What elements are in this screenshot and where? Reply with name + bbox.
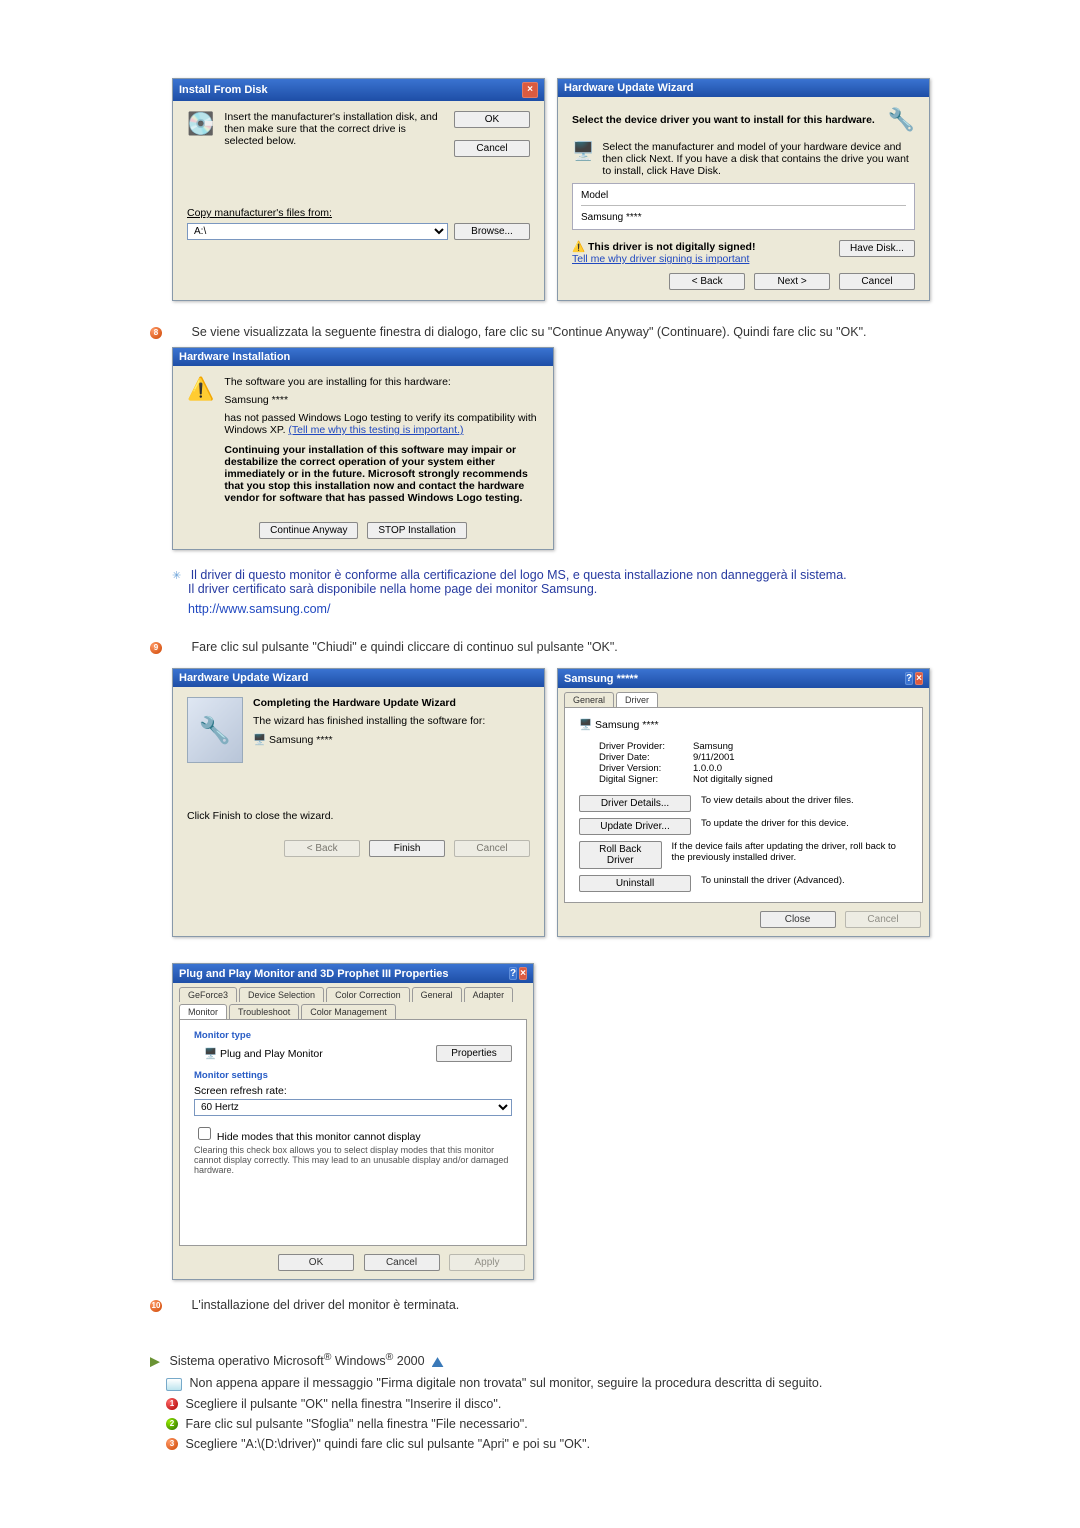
rollback-driver-button[interactable]: Roll Back Driver xyxy=(579,841,662,869)
apply-button: Apply xyxy=(449,1254,525,1271)
ok-button[interactable]: OK xyxy=(278,1254,354,1271)
uninstall-button[interactable]: Uninstall xyxy=(579,875,691,892)
close-icon[interactable]: × xyxy=(522,82,538,98)
back-button: < Back xyxy=(284,840,360,857)
step9-text: Fare clic sul pulsante "Chiudi" e quindi… xyxy=(191,640,617,654)
tab-geforce[interactable]: GeForce3 xyxy=(179,987,237,1002)
tab-devsel[interactable]: Device Selection xyxy=(239,987,324,1002)
model-value: Samsung **** xyxy=(581,212,906,223)
tab-general[interactable]: General xyxy=(412,987,462,1002)
hardware-installation-dialog: Hardware Installation ⚠️ The software yo… xyxy=(172,347,554,550)
help-icon[interactable]: ? xyxy=(905,672,913,685)
browse-button[interactable]: Browse... xyxy=(454,223,530,240)
completing-device: Samsung **** xyxy=(269,734,333,746)
completing-footer: Click Finish to close the wizard. xyxy=(187,810,530,822)
tab-adapter[interactable]: Adapter xyxy=(464,987,514,1002)
warn-link[interactable]: Tell me why driver signing is important xyxy=(572,253,749,265)
completing-heading: Completing the Hardware Update Wizard xyxy=(253,697,456,709)
tab-driver[interactable]: Driver xyxy=(616,692,658,707)
w2k-intro: Non appena appare il messaggio "Firma di… xyxy=(189,1376,822,1390)
properties-button[interactable]: Properties xyxy=(436,1045,512,1062)
back-button[interactable]: < Back xyxy=(669,273,745,290)
top-arrow-icon[interactable] xyxy=(432,1357,444,1367)
tab-trouble[interactable]: Troubleshoot xyxy=(229,1004,299,1019)
stop-installation-button[interactable]: STOP Installation xyxy=(367,522,466,539)
hide-modes-desc: Clearing this check box allows you to se… xyxy=(194,1145,512,1175)
hide-modes-checkbox[interactable] xyxy=(198,1127,211,1140)
dialog-title: Hardware Update Wizard xyxy=(564,82,694,94)
completing-sub: The wizard has finished installing the s… xyxy=(253,715,485,727)
close-icon[interactable]: × xyxy=(519,967,527,980)
ok-button[interactable]: OK xyxy=(454,111,530,128)
snowflake-icon: ✳ xyxy=(172,570,181,582)
step-marker-10: 10 xyxy=(150,1300,162,1312)
tab-general[interactable]: General xyxy=(564,692,614,707)
model-label: Model xyxy=(581,190,906,201)
refresh-label: Screen refresh rate: xyxy=(194,1085,512,1097)
samsung-url[interactable]: http://www.samsung.com/ xyxy=(188,602,330,616)
dialog-title: Hardware Installation xyxy=(179,351,290,363)
next-button[interactable]: Next > xyxy=(754,273,830,290)
step10-text: L'installazione del driver del monitor è… xyxy=(191,1298,459,1312)
instruction-text: Insert the manufacturer's installation d… xyxy=(224,111,444,157)
arrow-bullet-icon xyxy=(150,1357,160,1367)
cancel-button[interactable]: Cancel xyxy=(364,1254,440,1271)
have-disk-button[interactable]: Have Disk... xyxy=(839,240,915,257)
cancel-button: Cancel xyxy=(845,911,921,928)
line1: The software you are installing for this… xyxy=(224,376,539,388)
cancel-button[interactable]: Cancel xyxy=(839,273,915,290)
driver-note-1: Il driver di questo monitor è conforme a… xyxy=(191,568,847,582)
completing-wizard-dialog: Hardware Update Wizard 🔧 Completing the … xyxy=(172,668,545,937)
dialog-title: Samsung ***** xyxy=(564,673,638,685)
update-driver-button[interactable]: Update Driver... xyxy=(579,818,691,835)
step-marker-9: 9 xyxy=(150,642,162,654)
step-marker-2: 2 xyxy=(166,1418,178,1430)
monitor-type-value: Plug and Play Monitor xyxy=(220,1048,323,1060)
help-icon[interactable]: ? xyxy=(509,967,517,980)
finish-button[interactable]: Finish xyxy=(369,840,445,857)
driver-details-button[interactable]: Driver Details... xyxy=(579,795,691,812)
dialog-title: Hardware Update Wizard xyxy=(179,672,309,684)
dialog-title: Plug and Play Monitor and 3D Prophet III… xyxy=(179,968,449,980)
section-monitor-settings: Monitor settings xyxy=(194,1070,512,1081)
cancel-button: Cancel xyxy=(454,840,530,857)
os-pre: Sistema operativo Microsoft xyxy=(169,1354,323,1368)
note-icon xyxy=(166,1378,182,1391)
copy-from-label: Copy manufacturer's files from: xyxy=(187,207,530,219)
section-monitor-type: Monitor type xyxy=(194,1030,512,1041)
step8-text: Se viene visualizzata la seguente finest… xyxy=(191,325,866,339)
wizard-heading: Select the device driver you want to ins… xyxy=(572,114,875,126)
continue-anyway-button[interactable]: Continue Anyway xyxy=(259,522,358,539)
refresh-rate-select[interactable]: 60 Hertz xyxy=(194,1099,512,1116)
hide-modes-label: Hide modes that this monitor cannot disp… xyxy=(217,1131,421,1143)
install-from-disk-dialog: Install From Disk × 💽 Insert the manufac… xyxy=(172,78,545,301)
driver-properties-dialog: Samsung ***** ?× General Driver 🖥️ Samsu… xyxy=(557,668,930,937)
dialog-title: Install From Disk xyxy=(179,84,268,96)
w2k-1: Scegliere il pulsante "OK" nella finestr… xyxy=(185,1397,501,1411)
close-button[interactable]: Close xyxy=(760,911,836,928)
device-name: Samsung **** xyxy=(595,719,659,731)
os-post: 2000 xyxy=(397,1354,425,1368)
w2k-3: Scegliere "A:\(D:\driver)" quindi fare c… xyxy=(185,1437,590,1451)
monitor-properties-dialog: Plug and Play Monitor and 3D Prophet III… xyxy=(172,963,534,1280)
step-marker-3: 3 xyxy=(166,1438,178,1450)
device-name: Samsung **** xyxy=(224,394,539,406)
path-select[interactable]: A:\ xyxy=(187,223,448,240)
hw-update-select-dialog: Hardware Update Wizard Select the device… xyxy=(557,78,930,301)
tab-monitor[interactable]: Monitor xyxy=(179,1004,227,1019)
tab-colormgmt[interactable]: Color Management xyxy=(301,1004,396,1019)
driver-note-2: Il driver certificato sarà disponibile n… xyxy=(188,582,597,596)
bold-warning: Continuing your installation of this sof… xyxy=(224,444,527,504)
line2-link[interactable]: (Tell me why this testing is important.) xyxy=(288,424,463,436)
wizard-hint: Select the manufacturer and model of you… xyxy=(602,141,915,177)
os-mid: Windows xyxy=(335,1354,386,1368)
tab-colorcorr[interactable]: Color Correction xyxy=(326,987,410,1002)
warn-text: This driver is not digitally signed! xyxy=(588,241,755,253)
cancel-button[interactable]: Cancel xyxy=(454,140,530,157)
close-icon[interactable]: × xyxy=(915,672,923,685)
step-marker-1: 1 xyxy=(166,1398,178,1410)
w2k-2: Fare clic sul pulsante "Sfoglia" nella f… xyxy=(185,1417,527,1431)
step-marker-8: 8 xyxy=(150,327,162,339)
